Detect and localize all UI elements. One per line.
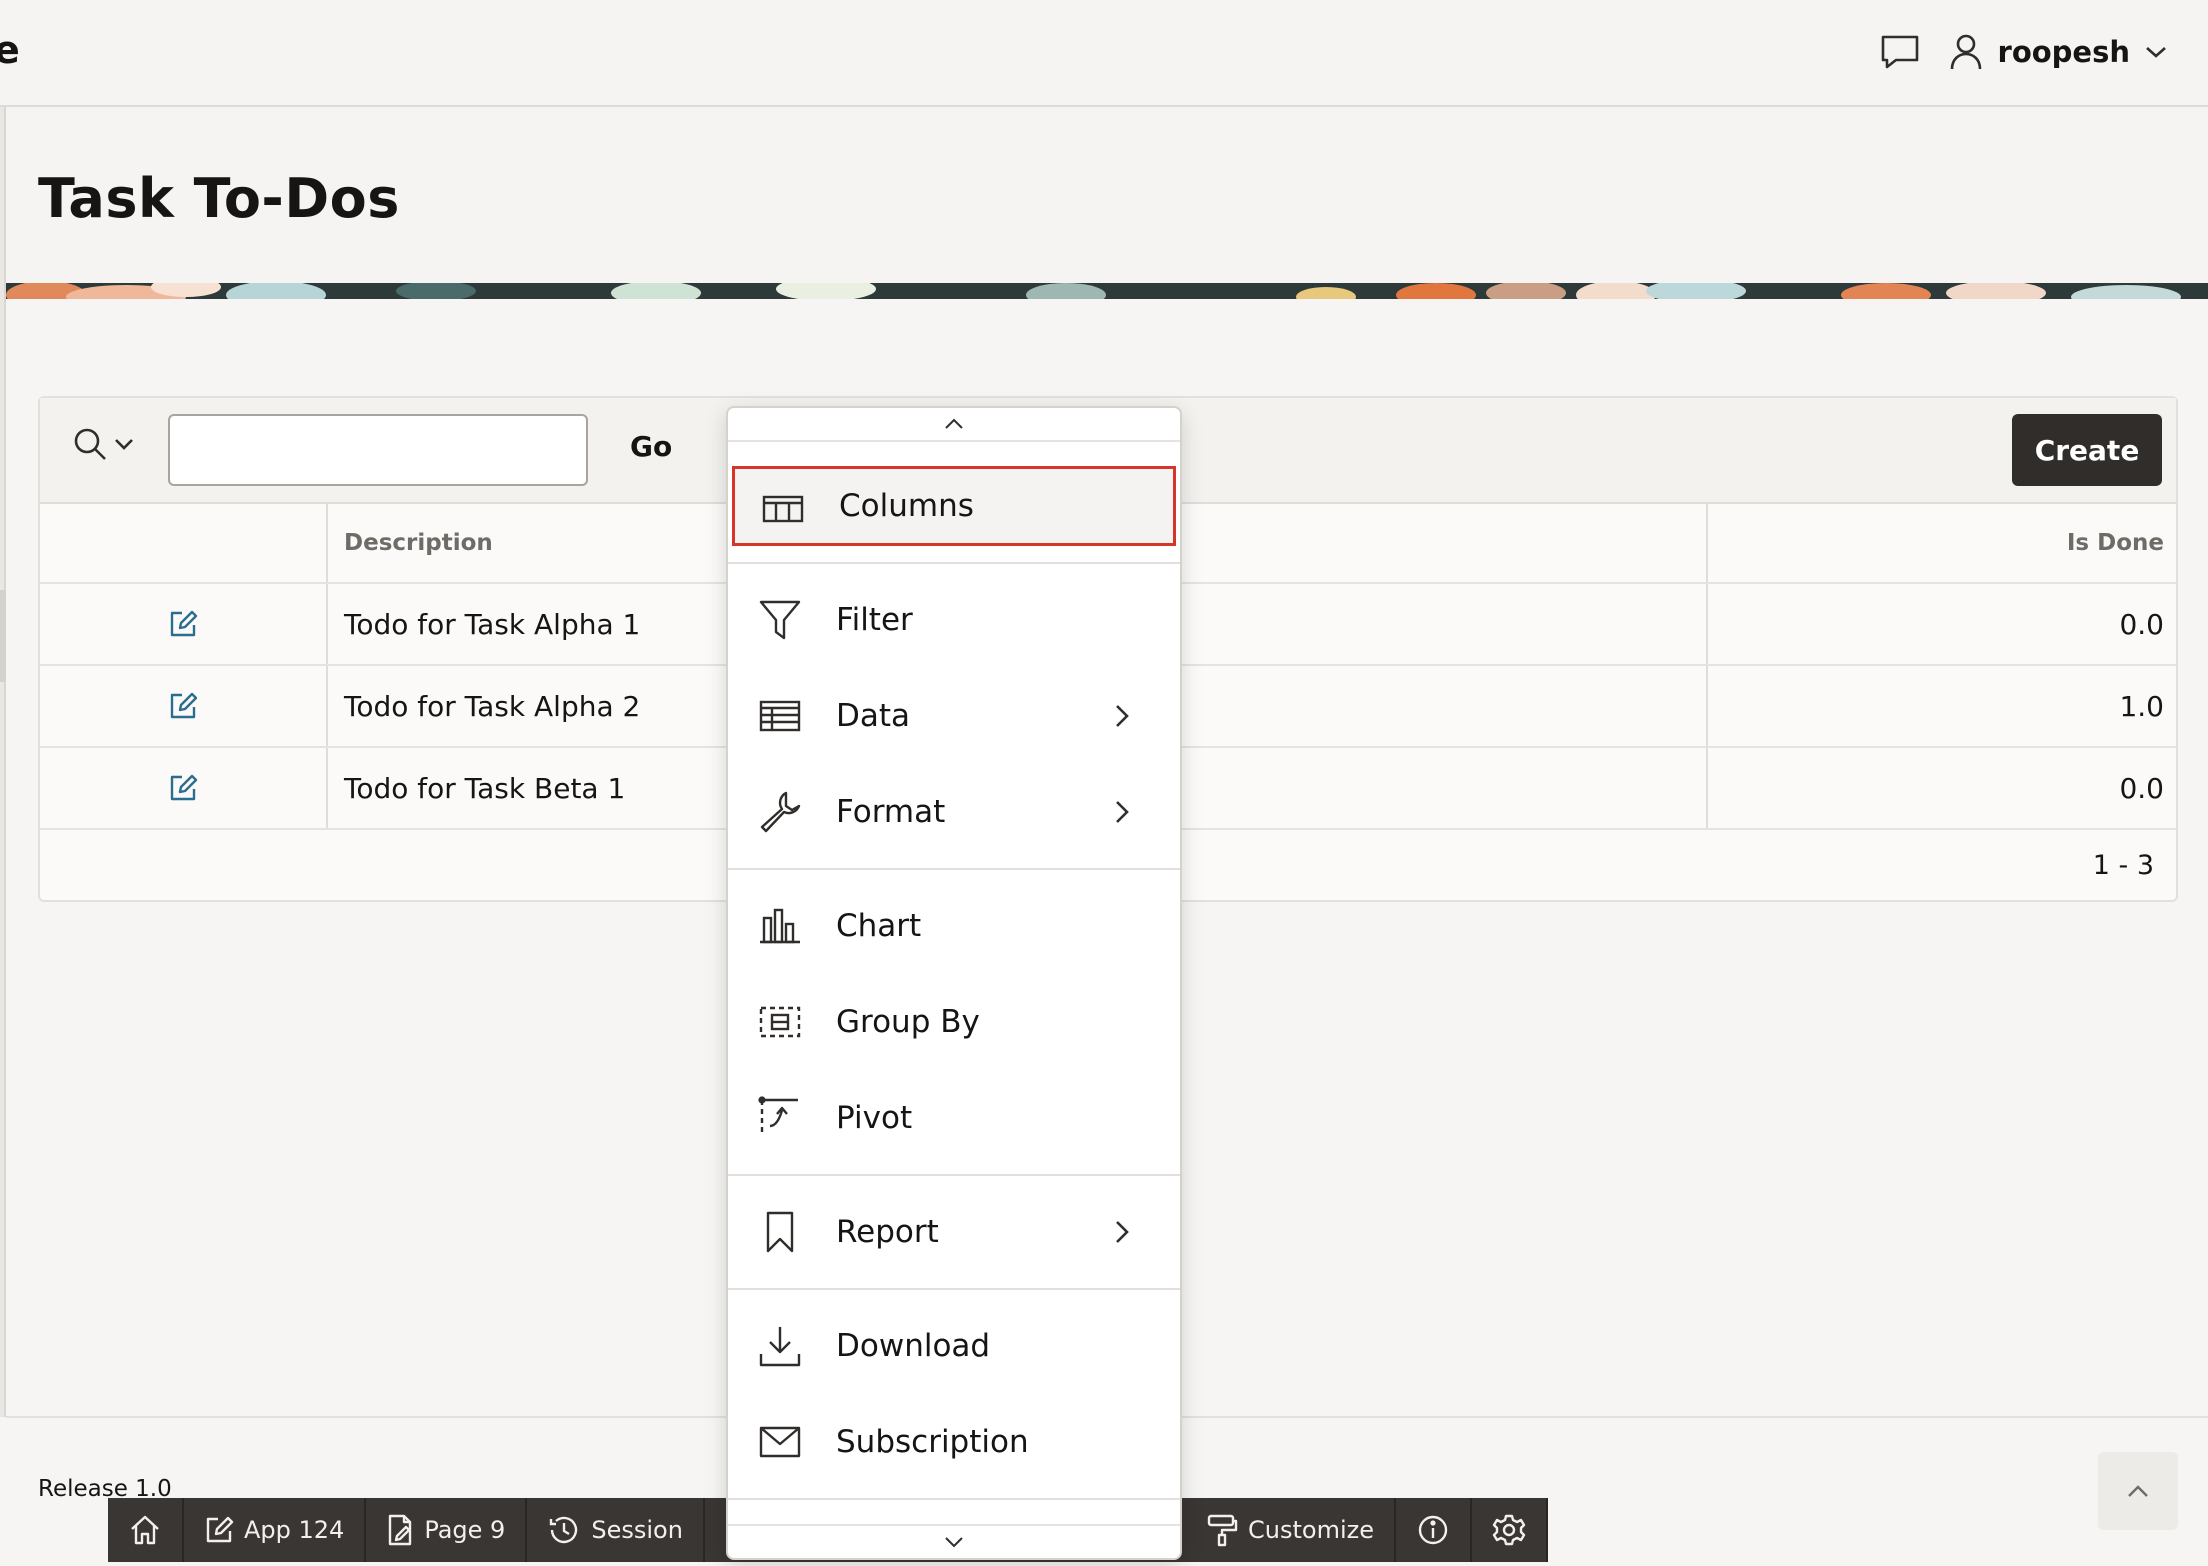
navigation-rail-handle[interactable]: [0, 590, 6, 682]
go-button[interactable]: Go: [620, 424, 682, 469]
chevron-up-icon: [945, 418, 963, 429]
page-edit-icon: [389, 1514, 412, 1546]
menu-item-label: Download: [836, 1328, 991, 1364]
menu-item-data[interactable]: Data: [732, 676, 1176, 756]
page-title: Task To-Dos: [38, 167, 400, 230]
menu-item-chart[interactable]: Chart: [732, 886, 1176, 966]
pivot-icon: [758, 1096, 798, 1136]
column-header-edit: [40, 504, 326, 582]
menu-item-label: Data: [836, 698, 911, 734]
dev-customize-label: Customize: [1248, 1516, 1374, 1544]
is-done-cell: 1.0: [1706, 666, 2180, 746]
menu-item-label: Subscription: [836, 1424, 1029, 1460]
wrench-icon: [760, 791, 801, 833]
download-icon: [759, 1327, 801, 1367]
menu-item-label: Pivot: [836, 1100, 913, 1136]
edit-icon: [170, 692, 198, 719]
edit-icon: [206, 1516, 234, 1543]
columns-icon: [762, 495, 804, 523]
menu-separator: [728, 868, 1180, 870]
menu-separator: [728, 562, 1180, 564]
menu-separator: [728, 1498, 1180, 1500]
user-icon: [1950, 34, 1981, 70]
actions-menu: Columns Filter Data Format Chart Group B…: [726, 406, 1182, 1560]
search-column-selector[interactable]: [72, 426, 134, 462]
dev-app-label: App 124: [244, 1516, 345, 1544]
dev-customize-button[interactable]: Customize: [1186, 1498, 1396, 1562]
dev-page-label: Page 9: [424, 1516, 506, 1544]
bar-chart-icon: [760, 908, 800, 944]
paint-roller-icon: [1207, 1514, 1238, 1547]
menu-item-label: Report: [836, 1214, 939, 1250]
dev-session-button[interactable]: Session: [527, 1498, 705, 1562]
info-icon: [1418, 1515, 1448, 1545]
navigation-rail-edge: [0, 107, 6, 1417]
edit-row-button[interactable]: [40, 584, 326, 664]
is-done-cell: 0.0: [1706, 584, 2180, 664]
data-table-icon: [759, 700, 801, 732]
dev-home-button[interactable]: [108, 1498, 184, 1562]
pagination-range: 1 - 3: [2092, 850, 2154, 881]
menu-scroll-down-button[interactable]: [728, 1524, 1180, 1558]
dev-session-label: Session: [591, 1516, 683, 1544]
bookmark-icon: [766, 1211, 794, 1253]
menu-item-columns[interactable]: Columns: [732, 466, 1176, 546]
menu-item-pivot[interactable]: Pivot: [732, 1078, 1176, 1158]
filter-icon: [759, 600, 801, 640]
is-done-cell: 0.0: [1706, 748, 2180, 828]
chevron-right-icon: [1116, 705, 1129, 727]
decorative-banner: [6, 283, 2208, 299]
back-to-top-button[interactable]: [2098, 1452, 2178, 1530]
home-icon: [131, 1515, 159, 1545]
chevron-down-icon: [945, 1537, 963, 1548]
menu-item-group-by[interactable]: Group By: [732, 982, 1176, 1062]
menu-item-label: Group By: [836, 1004, 980, 1040]
menu-item-label: Filter: [836, 602, 913, 638]
create-button[interactable]: Create: [2012, 414, 2162, 486]
search-input[interactable]: [168, 414, 588, 486]
nav-bar-right: roopesh: [1878, 28, 2168, 76]
chevron-down-icon: [2146, 47, 2166, 58]
dev-settings-button[interactable]: [1472, 1498, 1548, 1562]
chevron-up-icon: [2128, 1485, 2148, 1497]
edit-row-button[interactable]: [40, 748, 326, 828]
menu-item-report[interactable]: Report: [732, 1192, 1176, 1272]
menu-item-format[interactable]: Format: [732, 772, 1176, 852]
user-menu-button[interactable]: roopesh: [1948, 32, 2168, 72]
user-name: roopesh: [1997, 35, 2130, 69]
menu-item-download[interactable]: Download: [732, 1306, 1176, 1386]
envelope-icon: [759, 1426, 801, 1458]
edit-icon: [170, 774, 198, 801]
speech-bubble-icon: [1881, 35, 1918, 69]
column-header-is-done[interactable]: Is Done: [1706, 504, 2180, 582]
page-hero: Task To-Dos: [6, 107, 2208, 299]
chevron-right-icon: [1116, 1221, 1129, 1243]
menu-separator: [728, 1174, 1180, 1176]
menu-item-label: Columns: [839, 488, 974, 524]
menu-separator: [728, 1288, 1180, 1290]
feedback-button[interactable]: [1878, 32, 1922, 72]
edit-row-button[interactable]: [40, 666, 326, 746]
menu-item-label: Format: [836, 794, 946, 830]
group-by-icon: [759, 1006, 801, 1038]
chevron-down-icon: [115, 439, 133, 450]
dev-info-button[interactable]: [1396, 1498, 1472, 1562]
menu-item-label: Chart: [836, 908, 922, 944]
chevron-right-icon: [1116, 801, 1129, 823]
menu-item-filter[interactable]: Filter: [732, 580, 1176, 660]
session-clock-icon: [550, 1516, 578, 1544]
edit-icon: [170, 610, 198, 637]
dev-app-button[interactable]: App 124: [184, 1498, 367, 1562]
menu-item-subscription[interactable]: Subscription: [732, 1402, 1176, 1482]
search-icon: [74, 428, 106, 460]
top-navigation-bar: e roopesh: [0, 0, 2208, 107]
gear-icon: [1492, 1514, 1526, 1546]
app-title-fragment[interactable]: e: [0, 28, 20, 72]
dev-page-button[interactable]: Page 9: [366, 1498, 528, 1562]
menu-scroll-up-button[interactable]: [728, 408, 1180, 442]
